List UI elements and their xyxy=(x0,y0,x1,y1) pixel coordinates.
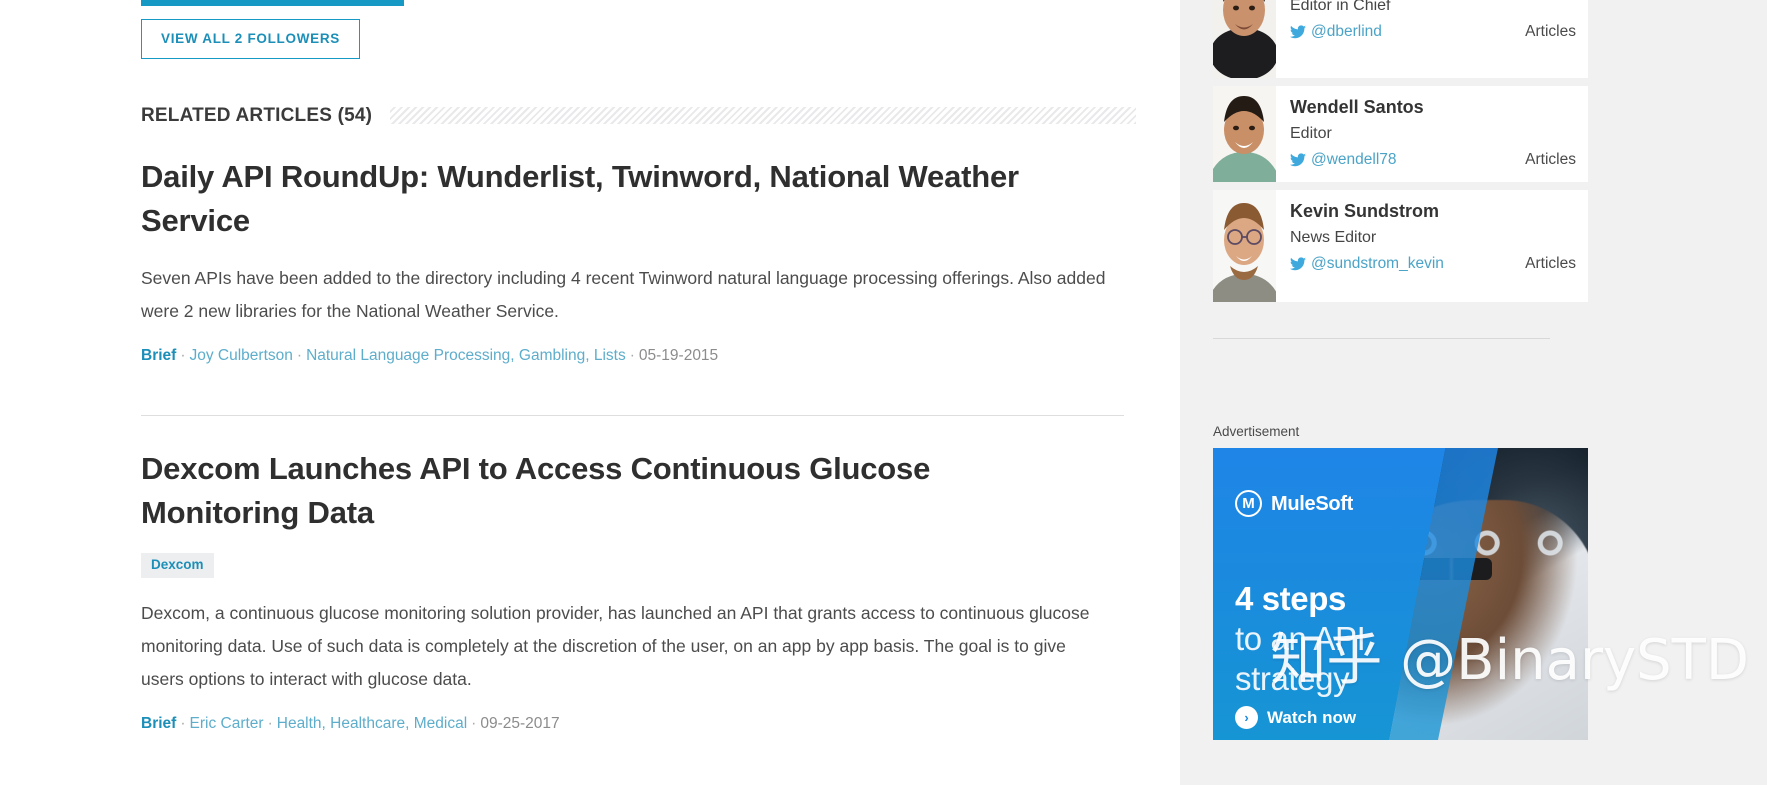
article-date: 05-19-2015 xyxy=(638,347,719,364)
editor-articles-link[interactable]: Articles xyxy=(1525,251,1576,277)
ad-cta-button[interactable]: › Watch now xyxy=(1235,706,1356,729)
editor-role: News Editor xyxy=(1290,229,1377,246)
twitter-handle-text: @wendell78 xyxy=(1311,151,1397,168)
article-meta: Brief · Eric Carter · Health, Healthcare, Me… xyxy=(141,696,1136,732)
view-all-followers-button[interactable]: VIEW ALL 2 FOLLOWERS xyxy=(141,19,360,59)
related-articles-header: RELATED ARTICLES (54) xyxy=(141,106,1136,125)
sidebar: David Berlind Editor in Chief @dberlind … xyxy=(1180,0,1767,785)
page-root: VIEW ALL 2 FOLLOWERS RELATED ARTICLES (5… xyxy=(0,0,1767,785)
sidebar-divider xyxy=(1213,338,1550,339)
article-divider xyxy=(141,415,1124,416)
editor-links: @wendell78 Articles xyxy=(1290,147,1576,173)
editor-card[interactable]: Kevin Sundstrom News Editor @sundstrom_k… xyxy=(1213,190,1588,302)
article-meta: Brief · Joy Culbertson · Natural Language Pr… xyxy=(141,328,1136,364)
mulesoft-logo-icon: M xyxy=(1235,490,1262,517)
article-categories-link[interactable]: Natural Language Processing, Gambling, L… xyxy=(306,347,626,364)
article-date: 09-25-2017 xyxy=(480,714,560,732)
meta-separator: · xyxy=(180,714,186,732)
twitter-icon xyxy=(1290,25,1306,39)
twitter-handle-text: @sundstrom_kevin xyxy=(1311,255,1444,272)
hatched-rule xyxy=(390,107,1136,124)
article-title-link[interactable]: Dexcom Launches API to Access Continuous… xyxy=(141,447,1011,535)
twitter-icon xyxy=(1290,153,1306,167)
related-articles-title: RELATED ARTICLES (54) xyxy=(141,105,373,126)
editor-name: Wendell Santos xyxy=(1290,97,1424,117)
editor-articles-link[interactable]: Articles xyxy=(1525,19,1576,45)
article-summary: Dexcom, a continuous glucose monitoring … xyxy=(141,602,1090,689)
article-author-link[interactable]: Joy Culbertson xyxy=(190,347,293,364)
avatar xyxy=(1213,86,1276,182)
meta-separator: · xyxy=(180,347,186,364)
twitter-handle-link[interactable]: @sundstrom_kevin xyxy=(1290,251,1444,277)
ad-headline-line3: strategy xyxy=(1235,660,1350,697)
article-title-link[interactable]: Daily API RoundUp: Wunderlist, Twinword,… xyxy=(141,155,1131,243)
editor-role: Editor in Chief xyxy=(1290,0,1391,14)
meta-separator: · xyxy=(471,714,477,732)
editor-role: Editor xyxy=(1290,125,1332,142)
editor-articles-link[interactable]: Articles xyxy=(1525,147,1576,173)
accent-bar xyxy=(141,0,404,6)
article-tag-chip[interactable]: Dexcom xyxy=(141,553,214,578)
editor-info: Wendell Santos Editor @wendell78 Article… xyxy=(1276,86,1588,173)
editor-card[interactable]: David Berlind Editor in Chief @dberlind … xyxy=(1213,0,1588,78)
article-item: Daily API RoundUp: Wunderlist, Twinword,… xyxy=(141,155,1136,364)
advertisement-banner[interactable]: M MuleSoft 4 steps to an API strategy › … xyxy=(1213,448,1588,740)
article-summary: Seven APIs have been added to the direct… xyxy=(141,268,1106,321)
article-type-link[interactable]: Brief xyxy=(141,347,176,364)
meta-separator: · xyxy=(267,714,273,732)
article-type-link[interactable]: Brief xyxy=(141,715,176,732)
twitter-handle-link[interactable]: @wendell78 xyxy=(1290,147,1397,173)
editor-info: David Berlind Editor in Chief @dberlind … xyxy=(1276,0,1588,45)
avatar xyxy=(1213,0,1276,78)
ad-headline-line1: 4 steps xyxy=(1235,580,1346,617)
ad-brand-logo: M MuleSoft xyxy=(1235,490,1353,517)
editor-card[interactable]: Wendell Santos Editor @wendell78 Article… xyxy=(1213,86,1588,182)
editor-info: Kevin Sundstrom News Editor @sundstrom_k… xyxy=(1276,190,1588,277)
article-author-link[interactable]: Eric Carter xyxy=(190,715,264,732)
meta-separator: · xyxy=(629,347,635,364)
meta-separator: · xyxy=(296,347,303,364)
play-arrow-icon: › xyxy=(1235,706,1258,729)
ad-cta-label: Watch now xyxy=(1267,708,1357,727)
twitter-handle-link[interactable]: @dberlind xyxy=(1290,19,1382,45)
advertisement-label: Advertisement xyxy=(1213,424,1300,439)
editor-name: Kevin Sundstrom xyxy=(1290,201,1440,221)
twitter-icon xyxy=(1290,257,1306,271)
ad-headline-line2: to an API xyxy=(1235,620,1366,657)
ad-headline: 4 steps to an API strategy xyxy=(1235,579,1366,699)
article-categories-link[interactable]: Health, Healthcare, Medical xyxy=(277,715,467,732)
editor-links: @dberlind Articles xyxy=(1290,19,1576,45)
ad-brand-name: MuleSoft xyxy=(1271,492,1354,515)
article-item: Dexcom Launches API to Access Continuous… xyxy=(141,447,1136,731)
editor-links: @sundstrom_kevin Articles xyxy=(1290,251,1576,277)
twitter-handle-text: @dberlind xyxy=(1311,23,1382,40)
main-content-column: VIEW ALL 2 FOLLOWERS RELATED ARTICLES (5… xyxy=(0,0,1180,785)
avatar xyxy=(1213,190,1276,302)
